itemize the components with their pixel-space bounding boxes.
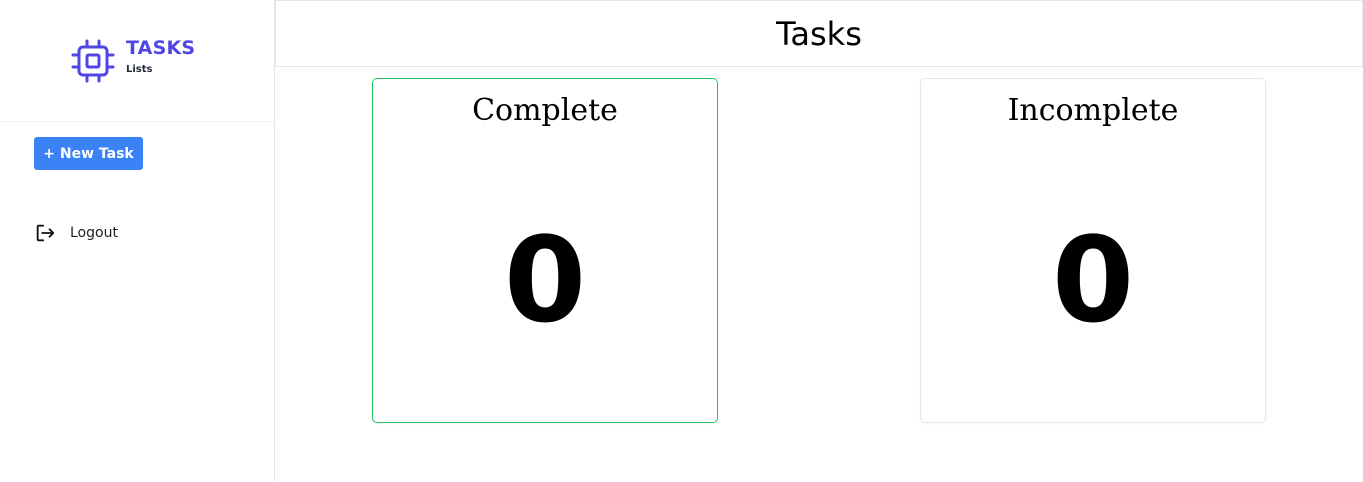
- incomplete-card[interactable]: Incomplete 0: [920, 78, 1266, 423]
- brand-subtitle: Lists: [126, 64, 153, 75]
- page-header: Tasks: [275, 0, 1363, 67]
- complete-count: 0: [503, 211, 587, 349]
- brand-title: TASKS: [126, 37, 196, 59]
- logout-link[interactable]: Logout: [34, 220, 118, 246]
- incomplete-card-title: Incomplete: [1007, 93, 1179, 128]
- complete-card-title: Complete: [472, 93, 618, 128]
- logout-icon: [36, 224, 55, 242]
- brand[interactable]: TASKS Lists: [0, 0, 274, 122]
- incomplete-count: 0: [1051, 211, 1135, 349]
- new-task-button[interactable]: + New Task: [34, 137, 143, 170]
- page-title: Tasks: [776, 14, 862, 53]
- sidebar: TASKS Lists + New Task Logout: [0, 0, 275, 482]
- cpu-chip-icon: [71, 39, 115, 83]
- complete-card[interactable]: Complete 0: [372, 78, 718, 423]
- logout-label: Logout: [70, 225, 118, 241]
